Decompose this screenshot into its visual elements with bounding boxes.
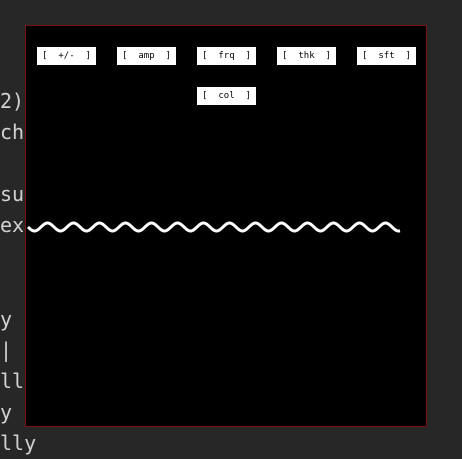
- editor-line: y: [0, 307, 13, 331]
- editor-line: 2): [0, 89, 25, 113]
- shift-button[interactable]: [ sft ]: [357, 47, 416, 65]
- editor-line: ex: [0, 213, 25, 237]
- thickness-button[interactable]: [ thk ]: [277, 47, 336, 65]
- editor-line: lly: [0, 431, 37, 455]
- sine-wave-line: [26, 221, 401, 233]
- amplitude-sign-button[interactable]: [ +/- ]: [37, 47, 96, 65]
- editor-line: su: [0, 182, 25, 206]
- editor-line: y: [0, 400, 13, 424]
- frequency-button[interactable]: [ frq ]: [197, 47, 256, 65]
- editor-line: ch: [0, 120, 25, 144]
- amplitude-button[interactable]: [ amp ]: [117, 47, 176, 65]
- sine-wave: [26, 221, 401, 233]
- editor-line: |: [0, 338, 13, 362]
- sketch-canvas-window[interactable]: [ +/- ] [ amp ] [ frq ] [ thk ] [ sft ] …: [25, 25, 427, 427]
- color-button[interactable]: [ col ]: [197, 87, 256, 105]
